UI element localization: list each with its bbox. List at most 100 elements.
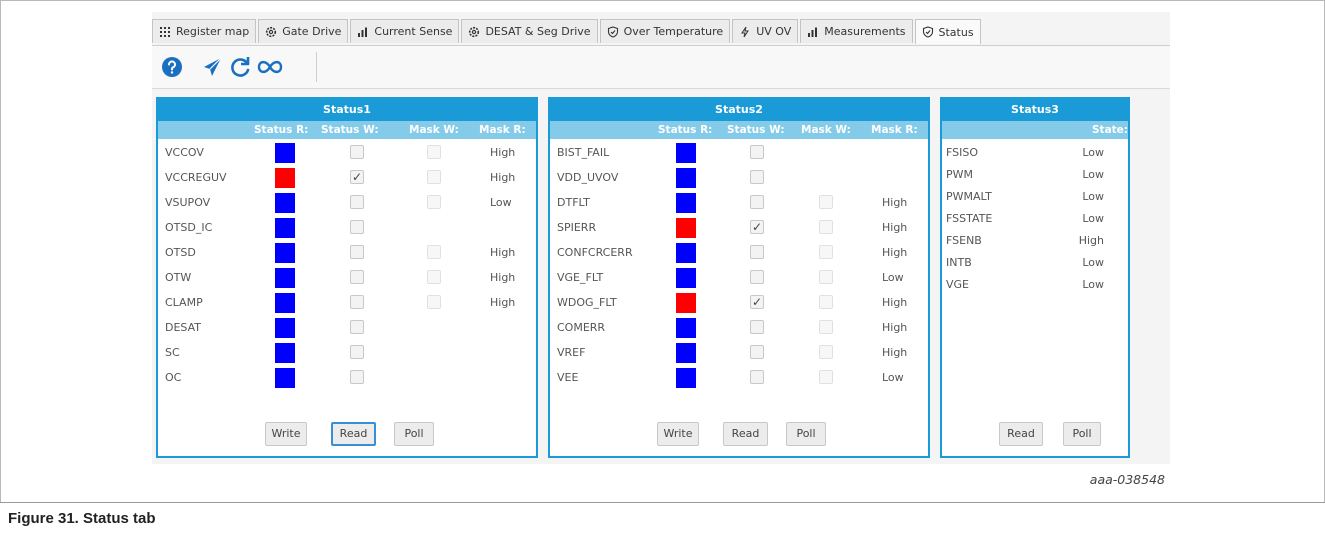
read-button[interactable]: Read xyxy=(331,422,376,446)
tab-over-temperature[interactable]: Over Temperature xyxy=(599,19,731,43)
status-indicator xyxy=(676,318,696,338)
read-button[interactable]: Read xyxy=(999,422,1043,446)
status-w-checkbox[interactable] xyxy=(750,370,764,384)
figure-caption: Figure 31. Status tab xyxy=(8,510,156,527)
status-w-checkbox[interactable] xyxy=(750,170,764,184)
row-label: CLAMP xyxy=(165,296,203,309)
status-w-checkbox[interactable] xyxy=(350,145,364,159)
status-indicator xyxy=(275,243,295,263)
mask-w-checkbox[interactable] xyxy=(819,295,833,309)
mask-r-value: Low xyxy=(882,371,904,384)
row-label: FSISO xyxy=(946,146,979,159)
status-indicator xyxy=(275,293,295,313)
poll-button[interactable]: Poll xyxy=(394,422,434,446)
read-button[interactable]: Read xyxy=(723,422,768,446)
status-w-checkbox[interactable] xyxy=(350,370,364,384)
status-w-checkbox[interactable] xyxy=(350,245,364,259)
tab-bar: Register map Gate Drive Current Sense DESAT… xyxy=(152,19,983,44)
tab-status[interactable]: Status xyxy=(914,19,981,44)
row-label: VGE xyxy=(946,278,969,291)
state-row: FSISO Low xyxy=(942,141,1128,164)
status-w-checkbox[interactable]: ✓ xyxy=(350,170,364,184)
state-row: PWM Low xyxy=(942,163,1128,186)
infinity-icon[interactable] xyxy=(256,55,284,79)
tab-label: Gate Drive xyxy=(282,25,342,38)
status-w-checkbox[interactable] xyxy=(750,195,764,209)
status-row: CLAMP High xyxy=(158,291,536,316)
status-indicator xyxy=(676,243,696,263)
status-w-checkbox[interactable] xyxy=(350,295,364,309)
write-button[interactable]: Write xyxy=(657,422,699,446)
write-button[interactable]: Write xyxy=(265,422,307,446)
status-w-checkbox[interactable] xyxy=(750,270,764,284)
status-w-header: Status W: xyxy=(321,124,379,136)
poll-button[interactable]: Poll xyxy=(1063,422,1101,446)
refresh-icon[interactable] xyxy=(228,55,252,79)
mask-w-checkbox[interactable] xyxy=(819,370,833,384)
status-indicator xyxy=(275,218,295,238)
mask-w-checkbox[interactable] xyxy=(427,195,441,209)
status-w-checkbox[interactable] xyxy=(350,270,364,284)
status1-title: Status1 xyxy=(158,99,536,121)
mask-w-checkbox[interactable] xyxy=(819,195,833,209)
status-w-checkbox[interactable]: ✓ xyxy=(750,295,764,309)
state-row: FSSTATE Low xyxy=(942,207,1128,230)
mask-w-checkbox[interactable] xyxy=(819,320,833,334)
mask-w-checkbox[interactable] xyxy=(427,170,441,184)
status-w-checkbox[interactable] xyxy=(750,145,764,159)
status-row: VGE_FLT Low xyxy=(550,266,928,291)
help-icon[interactable] xyxy=(160,55,184,79)
mask-w-checkbox[interactable] xyxy=(819,345,833,359)
status3-panel: Status3 State: FSISO Low PWM Low PWMALT Low FS… xyxy=(940,97,1130,458)
status-indicator xyxy=(676,268,696,288)
row-label: SPIERR xyxy=(557,221,597,234)
tab-register-map[interactable]: Register map xyxy=(152,19,257,43)
poll-button[interactable]: Poll xyxy=(786,422,826,446)
status-row: DTFLT High xyxy=(550,191,928,216)
status2-header: Status R: Status W: Mask W: Mask R: xyxy=(550,121,928,139)
status-indicator xyxy=(676,343,696,363)
mask-w-checkbox[interactable] xyxy=(819,220,833,234)
status-row: VEE Low xyxy=(550,366,928,391)
lightning-icon xyxy=(739,26,751,38)
status-w-checkbox[interactable] xyxy=(350,345,364,359)
status-row: VCCREGUV ✓ High xyxy=(158,166,536,191)
row-label: CONFCRCERR xyxy=(557,246,633,259)
status-r-header: Status R: xyxy=(658,124,713,136)
tab-gate-drive[interactable]: Gate Drive xyxy=(258,19,349,43)
tab-current-sense[interactable]: Current Sense xyxy=(350,19,460,43)
mask-w-checkbox[interactable] xyxy=(819,270,833,284)
status-indicator xyxy=(275,168,295,188)
row-label: INTB xyxy=(946,256,972,269)
status-w-checkbox[interactable] xyxy=(350,220,364,234)
tab-measurements[interactable]: Measurements xyxy=(800,19,913,43)
mask-w-checkbox[interactable] xyxy=(427,295,441,309)
status-w-checkbox[interactable] xyxy=(350,320,364,334)
tab-label: UV OV xyxy=(756,25,792,38)
status-w-checkbox[interactable] xyxy=(750,245,764,259)
bar-chart-icon xyxy=(807,26,819,38)
toolbar xyxy=(152,45,1170,89)
row-label: VGE_FLT xyxy=(557,271,604,284)
status-w-checkbox[interactable] xyxy=(750,320,764,334)
mask-r-value: High xyxy=(490,246,516,259)
mask-w-checkbox[interactable] xyxy=(427,145,441,159)
tab-label: Measurements xyxy=(824,25,906,38)
row-label: PWMALT xyxy=(946,190,992,203)
tab-desat-seg-drive[interactable]: DESAT & Seg Drive xyxy=(461,19,598,43)
status-row: OC xyxy=(158,366,536,391)
status-w-checkbox[interactable] xyxy=(350,195,364,209)
status-row: CONFCRCERR High xyxy=(550,241,928,266)
status-w-checkbox[interactable] xyxy=(750,345,764,359)
row-label: VCCREGUV xyxy=(165,171,227,184)
mask-w-checkbox[interactable] xyxy=(427,270,441,284)
status2-title: Status2 xyxy=(550,99,928,121)
gear-icon xyxy=(265,26,277,38)
tab-uv-ov[interactable]: UV OV xyxy=(732,19,799,43)
mask-w-checkbox[interactable] xyxy=(427,245,441,259)
row-label: BIST_FAIL xyxy=(557,146,610,159)
gear-icon xyxy=(468,26,480,38)
send-icon[interactable] xyxy=(200,55,224,79)
status-w-checkbox[interactable]: ✓ xyxy=(750,220,764,234)
mask-w-checkbox[interactable] xyxy=(819,245,833,259)
